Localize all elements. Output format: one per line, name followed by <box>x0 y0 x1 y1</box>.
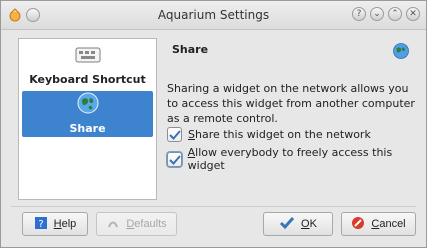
cancel-icon <box>351 216 365 233</box>
maximize-icon[interactable]: ⌃ <box>388 7 402 21</box>
defaults-button-label: Defaults <box>126 218 167 230</box>
close-icon[interactable]: ✕ <box>406 7 420 21</box>
help-button[interactable]: ? Help <box>22 212 88 236</box>
sidebar-item-label: Share <box>69 122 106 135</box>
allow-everybody-option[interactable]: Allow everybody to freely access this wi… <box>167 146 426 172</box>
title-bar[interactable]: Aquarium Settings ? ⌄ ⌃ ✕ <box>1 1 426 30</box>
share-network-label: Share this widget on the network <box>188 127 371 141</box>
globe-icon <box>392 42 410 63</box>
defaults-icon <box>106 216 120 233</box>
allow-everybody-checkbox[interactable] <box>167 151 182 167</box>
share-description: Sharing a widget on the network allows y… <box>167 82 415 125</box>
ok-button[interactable]: OK <box>263 212 333 236</box>
minimize-icon[interactable]: ⌄ <box>370 7 384 21</box>
help-book-icon: ? <box>34 216 48 233</box>
share-network-checkbox[interactable] <box>167 126 182 142</box>
allow-everybody-label: Allow everybody to freely access this wi… <box>187 146 393 172</box>
defaults-button[interactable]: Defaults <box>96 212 177 236</box>
sidebar-item-share[interactable]: Share <box>22 91 153 137</box>
svg-text:?: ? <box>38 219 43 230</box>
help-button-label: Help <box>53 218 77 230</box>
title-bar-right-controls: ? ⌄ ⌃ ✕ <box>352 7 420 21</box>
page-title: Share <box>172 43 209 56</box>
ok-button-label: OK <box>301 218 317 230</box>
globe-icon <box>22 91 153 118</box>
help-icon[interactable]: ? <box>352 7 366 21</box>
sidebar-item-keyboard-shortcut[interactable]: Keyboard Shortcut <box>22 46 153 90</box>
sidebar-item-label: Keyboard Shortcut <box>29 73 146 86</box>
cancel-button-label: Cancel <box>371 218 406 230</box>
share-network-option[interactable]: Share this widget on the network <box>167 126 371 142</box>
settings-sidebar: Keyboard Shortcut Share <box>18 38 157 200</box>
check-icon <box>279 216 295 233</box>
footer-divider <box>11 206 416 207</box>
keyboard-icon <box>22 46 153 69</box>
settings-dialog: Aquarium Settings ? ⌄ ⌃ ✕ Keyboard Short… <box>0 0 427 248</box>
cancel-button[interactable]: Cancel <box>341 212 416 236</box>
